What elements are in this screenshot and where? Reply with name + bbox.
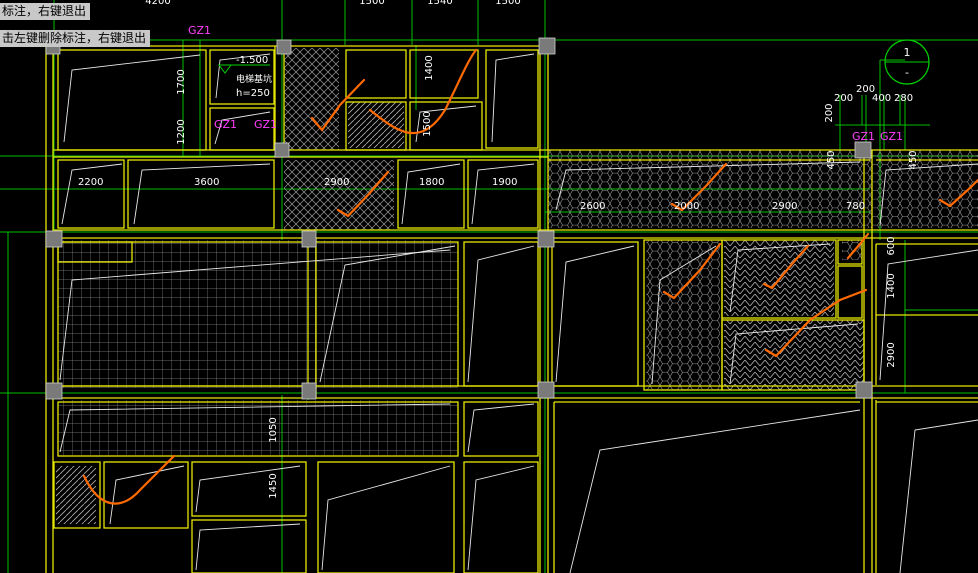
pit-level: -1.500: [236, 55, 268, 66]
dim-text[interactable]: 200: [824, 103, 835, 122]
dim-text[interactable]: 1700: [176, 69, 187, 94]
axis-bubble[interactable]: 1 -: [884, 39, 930, 85]
dim-text[interactable]: 2600: [580, 201, 605, 212]
column: [855, 381, 873, 399]
dim-text[interactable]: 780: [846, 201, 865, 212]
dim-text[interactable]: 2000: [674, 201, 699, 212]
dim-text[interactable]: 450: [908, 150, 919, 169]
dim-text[interactable]: 1400: [424, 55, 435, 80]
column: [45, 230, 63, 248]
dim-text[interactable]: 2200: [78, 177, 103, 188]
dim-text[interactable]: 1800: [419, 177, 444, 188]
dim-text[interactable]: 1900: [492, 177, 517, 188]
dim-text[interactable]: 1500: [495, 0, 520, 7]
column: [276, 39, 292, 55]
column: [301, 382, 317, 400]
elevator-pit-annotation[interactable]: -1.500 电梯基坑 h=250: [218, 55, 272, 99]
dim-text[interactable]: 1050: [268, 417, 279, 442]
cad-drawing-canvas[interactable]: 1 - -1.500 电梯基坑 h=250 GZ1 GZ1 GZ1 GZ1 GZ…: [0, 0, 978, 573]
dim-text[interactable]: 1540: [427, 0, 452, 7]
column: [301, 230, 317, 248]
dim-text[interactable]: 400: [872, 93, 891, 104]
dim-text[interactable]: 1450: [268, 473, 279, 498]
pit-thickness: h=250: [236, 88, 270, 99]
dim-text[interactable]: 1400: [886, 273, 897, 298]
dim-text[interactable]: 1200: [176, 119, 187, 144]
gz1-tag[interactable]: GZ1: [254, 118, 277, 131]
dim-text[interactable]: 1500: [422, 111, 433, 136]
gz1-tag[interactable]: GZ1: [852, 130, 875, 143]
gz1-tag[interactable]: GZ1: [880, 130, 903, 143]
axis-bubble-top: 1: [904, 46, 911, 59]
pit-name: 电梯基坑: [236, 73, 272, 85]
column: [45, 382, 63, 400]
dim-text[interactable]: 200: [834, 93, 853, 104]
column: [854, 141, 872, 159]
dim-text[interactable]: 2900: [324, 177, 349, 188]
top-dimensions: 4200 1500 1540 1500: [145, 0, 520, 7]
column: [537, 381, 555, 399]
dim-text[interactable]: 2900: [772, 201, 797, 212]
axis-bubble-bottom: -: [905, 66, 909, 79]
column: [274, 142, 290, 158]
dim-text[interactable]: 450: [826, 150, 837, 169]
dim-text[interactable]: 2900: [886, 342, 897, 367]
dim-text[interactable]: 1500: [359, 0, 384, 7]
gz1-tag[interactable]: GZ1: [188, 24, 211, 37]
column: [537, 230, 555, 248]
dim-text[interactable]: 3600: [194, 177, 219, 188]
command-prompt-line1: 标注，右键退出: [0, 3, 91, 20]
dim-text[interactable]: 280: [894, 93, 913, 104]
command-prompt-line2: 击左键删除标注，右键退出: [0, 30, 151, 47]
column: [538, 37, 556, 55]
dim-text[interactable]: 4200: [145, 0, 170, 7]
dim-text[interactable]: 600: [886, 236, 897, 255]
gz1-tag[interactable]: GZ1: [214, 118, 237, 131]
